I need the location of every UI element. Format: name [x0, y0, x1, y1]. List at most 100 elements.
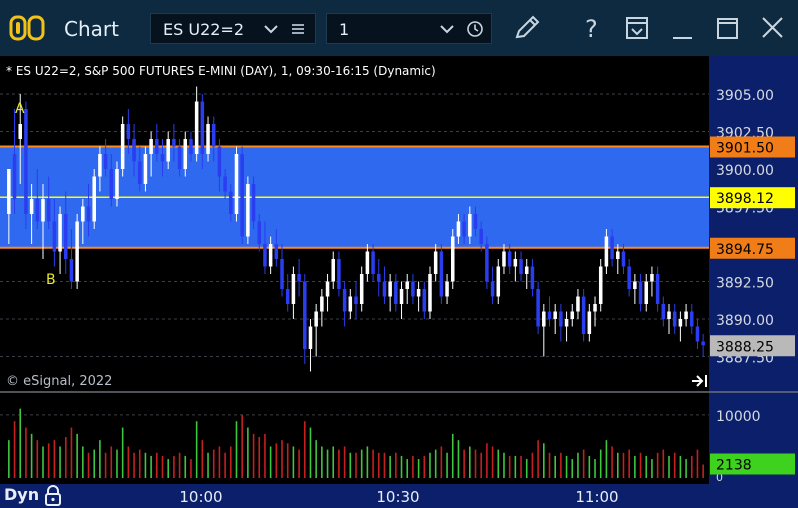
candle-body	[581, 296, 586, 334]
title-bar: Chart ES U22=2 1 ?	[0, 0, 798, 56]
candle-body	[542, 311, 546, 327]
candle-body	[661, 304, 666, 319]
candle-body	[285, 289, 290, 304]
esignal-logo-icon	[9, 15, 45, 41]
candle-body	[633, 281, 637, 289]
candle-body	[564, 319, 569, 327]
candle-body	[405, 281, 409, 289]
candle-body	[359, 274, 364, 304]
help-icon[interactable]: ?	[575, 12, 609, 44]
candle-body	[177, 146, 182, 169]
candle-body	[348, 296, 353, 312]
candle-body	[251, 184, 256, 222]
candle-body	[132, 139, 136, 162]
chevron-down-icon[interactable]	[263, 23, 279, 35]
clock-icon[interactable]	[466, 20, 484, 38]
candle-body	[41, 199, 45, 222]
candle-body	[52, 221, 57, 252]
candle-body	[166, 139, 170, 162]
zone-bottom-label: 3894.75	[716, 242, 774, 258]
price-chart[interactable]: AB 3905.003902.503900.003897.503892.5038…	[0, 56, 798, 484]
candle-body	[240, 154, 244, 237]
candle-body	[160, 154, 165, 162]
window-title: Chart	[64, 17, 119, 41]
chevron-down-icon[interactable]	[439, 23, 455, 35]
mid-line-label: 3898.12	[716, 191, 774, 207]
marker-label-a: A	[15, 101, 25, 117]
status-bar: Dyn 10:00 10:30 11:00	[0, 484, 798, 508]
list-menu-icon[interactable]	[290, 21, 306, 37]
candle-body	[616, 251, 620, 259]
candle-body	[445, 281, 449, 297]
candle-body	[519, 259, 523, 274]
candle-body	[621, 251, 626, 267]
candle-body	[69, 259, 74, 282]
time-tick-label: 10:30	[376, 488, 419, 506]
candle-body	[86, 206, 91, 222]
candle-body	[223, 176, 227, 192]
candle-body	[268, 244, 273, 267]
candle-body	[46, 199, 51, 222]
candle-body	[35, 199, 40, 222]
maximize-icon[interactable]	[710, 12, 744, 44]
candle-body	[291, 274, 296, 304]
candle-body	[320, 296, 324, 312]
candle-body	[126, 124, 131, 139]
candle-body	[576, 296, 580, 312]
candle-body	[456, 221, 461, 237]
candle-body	[604, 236, 609, 267]
candle-body	[115, 169, 119, 199]
candle-body	[627, 266, 631, 289]
candle-body	[428, 274, 432, 312]
candle-body	[314, 311, 318, 327]
candle-body	[7, 169, 11, 214]
candle-body	[257, 221, 262, 244]
candle-body	[325, 281, 330, 297]
candle-body	[650, 274, 654, 282]
template-icon[interactable]	[620, 12, 654, 44]
interval-selector[interactable]: 1	[326, 13, 492, 44]
candle-body	[206, 124, 210, 154]
minimize-icon[interactable]	[665, 12, 699, 44]
candle-body	[536, 289, 540, 327]
candle-body	[399, 289, 404, 304]
candle-body	[211, 124, 216, 147]
chart-info-label: * ES U22=2, S&P 500 FUTURES E-MINI (DAY)…	[6, 64, 436, 78]
candle-body	[143, 154, 148, 184]
price-tick-label: 3890.00	[716, 313, 774, 329]
candle-body	[103, 154, 108, 169]
candle-body	[638, 281, 643, 304]
candle-body	[194, 101, 199, 154]
candle-body	[684, 311, 688, 319]
last-price-label: 3888.25	[716, 339, 774, 355]
candle-body	[365, 251, 370, 274]
svg-text:?: ?	[585, 15, 598, 43]
candle-body	[507, 251, 512, 267]
candle-body	[303, 281, 307, 349]
candle-body	[678, 319, 683, 327]
candle-body	[24, 109, 28, 214]
candle-body	[172, 139, 176, 147]
candle-body	[690, 311, 694, 327]
candle-body	[137, 161, 142, 184]
candle-body	[479, 229, 483, 244]
candle-body	[559, 311, 563, 327]
symbol-selector[interactable]: ES U22=2	[150, 13, 316, 44]
candle-body	[342, 289, 347, 312]
close-icon[interactable]	[755, 12, 789, 44]
candle-body	[610, 236, 614, 259]
candle-body	[462, 221, 466, 237]
candle-body	[672, 311, 677, 327]
candle-body	[29, 199, 34, 214]
candle-body	[422, 289, 427, 312]
pencil-draw-icon[interactable]	[510, 12, 544, 44]
candle-body	[593, 304, 597, 312]
candle-body	[468, 214, 472, 237]
candle-body	[200, 101, 205, 154]
candle-body	[149, 139, 153, 154]
candle-body	[570, 311, 575, 319]
candle-body	[120, 124, 125, 169]
candle-body	[598, 266, 603, 304]
candle-body	[234, 154, 239, 214]
price-tick-label: 3900.00	[716, 163, 774, 179]
